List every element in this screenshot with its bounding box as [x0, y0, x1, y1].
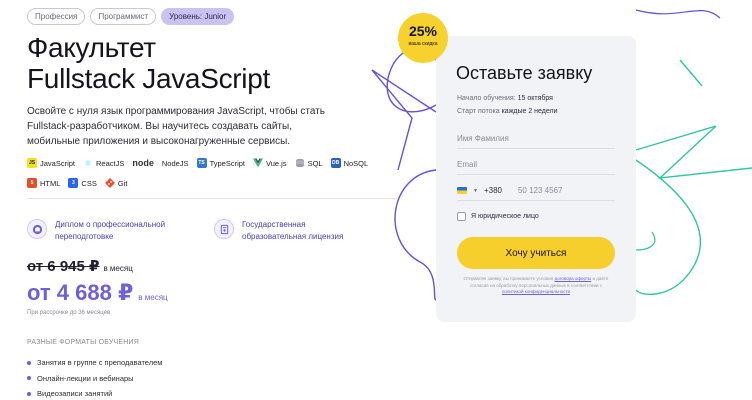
legal-notice: Отправляя заявку, вы принимаете условия …: [463, 276, 609, 294]
diploma-icon: [27, 219, 47, 239]
html-icon: 5: [27, 178, 37, 188]
tech-css: 3 CSS: [68, 178, 97, 188]
page-title: Факультет Fullstack JavaScript: [27, 32, 270, 94]
email-field[interactable]: Email: [457, 155, 615, 175]
ukraine-flag-icon[interactable]: [457, 187, 467, 194]
bullet-icon: [27, 360, 31, 365]
page-title-line1: Факультет: [27, 32, 156, 63]
discount-badge: 25% ваша скидка: [398, 13, 448, 63]
javascript-icon: JS: [27, 158, 37, 168]
react-icon: ⚛: [83, 158, 94, 168]
new-price: от 4 688 ₽ в месяц: [27, 280, 168, 306]
bullet-icon: [27, 376, 31, 381]
old-price-unit: в месяц: [103, 264, 133, 273]
tech-sql: SQL: [295, 158, 323, 168]
tech-react: ⚛ ReactJS: [83, 158, 125, 168]
bullet-icon: [27, 391, 31, 396]
list-item: Онлайн-лекции и вебинары: [27, 371, 162, 387]
old-price: от 6 945 ₽ в месяц: [27, 257, 133, 275]
tag-level: Уровень: Junior: [161, 8, 235, 25]
feature-diploma: Диплом о профессиональной переподготовке: [27, 219, 175, 243]
css-icon: 3: [68, 178, 79, 188]
old-price-value: от 6 945 ₽: [27, 258, 100, 275]
form-title: Оставьте заявку: [456, 63, 593, 83]
discount-label: ваша скидка: [408, 41, 438, 47]
name-field[interactable]: Имя Фамилия: [457, 129, 615, 149]
list-item: Занятия в группе с преподавателем: [27, 355, 162, 371]
application-form: Оставьте заявку Начало обучения: 15 октя…: [436, 36, 636, 322]
phone-field[interactable]: ▼ +380 50 123 4567: [457, 181, 615, 201]
new-price-value: от 4 688 ₽: [27, 280, 134, 305]
tag-profession[interactable]: Профессия: [27, 8, 86, 25]
tech-javascript: JS JavaScript: [27, 158, 76, 168]
sql-icon: [295, 158, 304, 168]
stream-info: Старт потока каждые 2 недели: [457, 108, 558, 115]
feature-license: Государственная образовательная лицензия: [214, 219, 362, 243]
technology-list: JS JavaScript ⚛ ReactJS node NodeJS TS T…: [27, 158, 397, 188]
tech-nosql: DB NoSQL: [330, 158, 369, 168]
legal-entity-checkbox[interactable]: Я юридическое лицо: [457, 212, 539, 221]
new-price-unit: в месяц: [138, 293, 168, 302]
formats-heading: РАЗНЫЕ ФОРМАТЫ ОБУЧЕНИЯ: [27, 339, 140, 346]
chevron-down-icon[interactable]: ▼: [473, 188, 478, 194]
phone-input[interactable]: 50 123 4567: [518, 186, 563, 195]
phone-code: +380: [483, 186, 502, 195]
license-icon: [214, 219, 234, 239]
offer-link[interactable]: договора оферты: [555, 276, 592, 281]
installment-note: При рассрочке до 36 месяцев: [27, 310, 111, 316]
tech-vue: Vue.js: [253, 158, 287, 168]
tech-node-logo: node: [132, 158, 154, 168]
formats-list: Занятия в группе с преподавателем Онлайн…: [27, 355, 162, 400]
checkbox-box[interactable]: [457, 212, 466, 221]
divider: [27, 198, 397, 199]
tech-nodejs: NodeJS: [161, 158, 189, 168]
discount-value: 25%: [408, 23, 438, 39]
legal-entity-label: Я юридическое лицо: [471, 213, 539, 220]
tech-typescript: TS TypeScript: [196, 158, 245, 168]
tech-html: 5 HTML: [27, 178, 60, 188]
git-icon: [104, 178, 115, 188]
nosql-icon: DB: [330, 158, 341, 168]
page-title-line2: Fullstack JavaScript: [27, 63, 270, 94]
tag-list: Профессия Программист Уровень: Junior: [27, 8, 235, 25]
list-item: Видеозаписи занятий: [27, 386, 162, 400]
typescript-icon: TS: [196, 158, 207, 168]
submit-button[interactable]: Хочу учиться: [457, 237, 615, 269]
tech-git: Git: [104, 178, 127, 188]
course-description: Освойте с нуля язык программирования Jav…: [27, 106, 325, 147]
vue-icon: [253, 158, 263, 168]
node-logo-icon: node: [132, 158, 154, 168]
start-date: Начало обучения: 15 октября: [457, 95, 553, 102]
tag-programmer[interactable]: Программист: [90, 8, 157, 25]
privacy-link[interactable]: политикой конфиденциальности: [502, 289, 570, 294]
